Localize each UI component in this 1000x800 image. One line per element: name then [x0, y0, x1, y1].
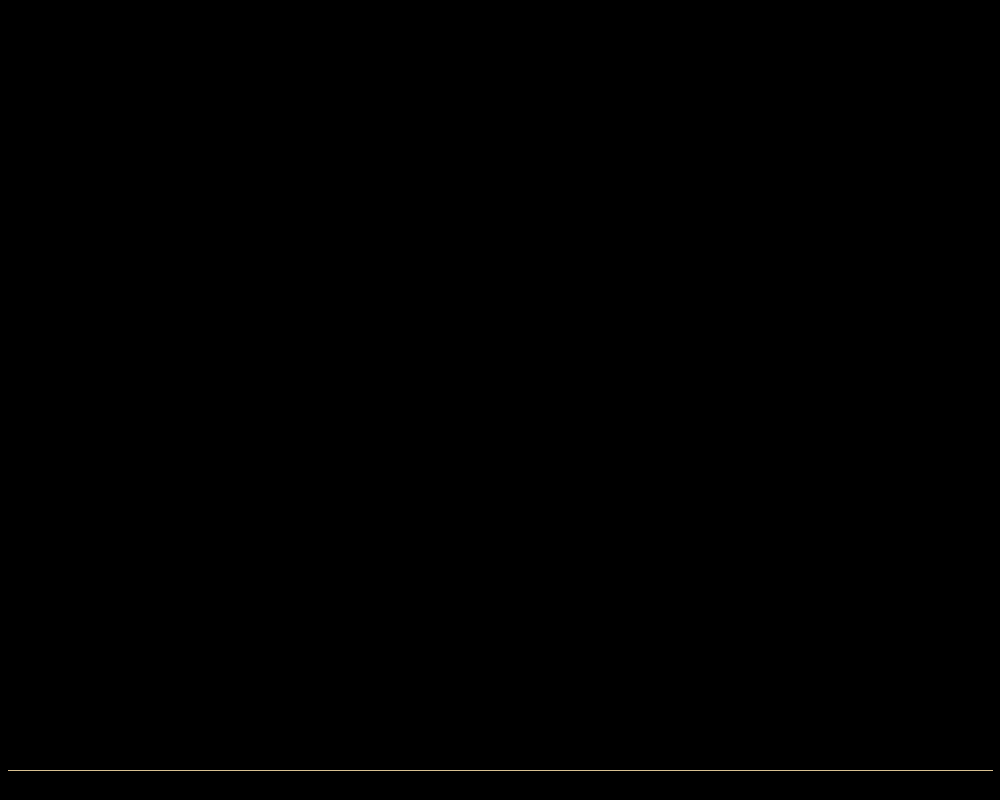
- axis-ticks-overlay: [0, 0, 1000, 800]
- time-axis: [8, 770, 993, 771]
- last-price-label: [479, 3, 507, 17]
- header: [0, 0, 1000, 18]
- instrument-title: [0, 3, 1000, 17]
- prorealtime-window: [0, 0, 1000, 800]
